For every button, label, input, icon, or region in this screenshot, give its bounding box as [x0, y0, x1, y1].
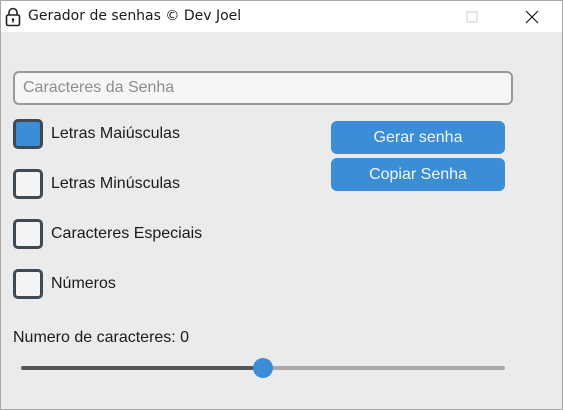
padlock-icon	[5, 7, 21, 27]
copy-password-button[interactable]: Copiar Senha	[331, 158, 505, 191]
title-bar[interactable]: Gerador de senhas © Dev Joel	[1, 1, 562, 32]
maximize-button[interactable]	[449, 1, 495, 32]
option-label-numbers: Números	[51, 275, 116, 292]
checkbox-numbers[interactable]	[13, 269, 43, 299]
slider-track-filled	[21, 366, 263, 370]
option-uppercase[interactable]: Letras Maiúsculas	[13, 119, 180, 149]
slider-thumb[interactable]	[253, 358, 273, 378]
option-numbers[interactable]: Números	[13, 269, 116, 299]
slider-track-remaining	[263, 366, 505, 370]
close-button[interactable]	[509, 1, 555, 32]
checkbox-uppercase[interactable]	[13, 119, 43, 149]
window-title: Gerador de senhas © Dev Joel	[28, 8, 242, 24]
checkbox-lowercase[interactable]	[13, 169, 43, 199]
close-icon	[525, 10, 539, 23]
option-label-lowercase: Letras Minúsculas	[51, 175, 180, 192]
option-lowercase[interactable]: Letras Minúsculas	[13, 169, 180, 199]
option-label-special: Caracteres Especiais	[51, 225, 203, 242]
character-count-label: Numero de caracteres: 0	[13, 329, 190, 346]
password-field[interactable]	[13, 71, 513, 105]
password-input[interactable]	[15, 73, 511, 103]
checkbox-special[interactable]	[13, 219, 43, 249]
option-label-uppercase: Letras Maiúsculas	[51, 125, 180, 142]
minimize-icon	[418, 16, 428, 17]
length-slider[interactable]	[21, 356, 505, 380]
main-content: Letras Maiúsculas Letras Minúsculas Cara…	[1, 32, 562, 409]
generate-password-button[interactable]: Gerar senha	[331, 121, 505, 154]
app-window: Gerador de senhas © Dev Joel Letras Maiú…	[0, 0, 563, 410]
minimize-button[interactable]	[400, 1, 446, 32]
maximize-icon	[466, 11, 478, 22]
option-special[interactable]: Caracteres Especiais	[13, 219, 202, 249]
